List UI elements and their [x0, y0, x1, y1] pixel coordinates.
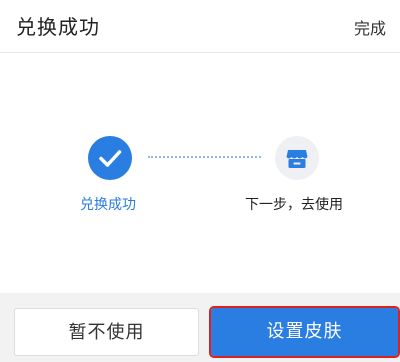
done-button[interactable]: 完成 [354, 15, 386, 39]
redeem-success-page: 兑换成功 完成 兑换成功 下一步，去使用 暂不使用 设置皮肤 [0, 0, 400, 362]
shop-icon [286, 150, 308, 168]
top-bar: 兑换成功 完成 [0, 0, 400, 53]
not-now-button[interactable]: 暂不使用 [14, 308, 199, 356]
bottom-action-bar: 暂不使用 设置皮肤 [0, 293, 400, 362]
step-next-indicator [275, 136, 319, 180]
checkmark-icon [99, 150, 122, 167]
page-title: 兑换成功 [16, 15, 100, 39]
step-complete-indicator [88, 136, 132, 180]
step-label-redeemed: 兑换成功 [80, 197, 136, 213]
step-connector [148, 156, 261, 158]
step-label-next: 下一步，去使用 [245, 197, 343, 213]
set-skin-button[interactable]: 设置皮肤 [209, 306, 400, 358]
